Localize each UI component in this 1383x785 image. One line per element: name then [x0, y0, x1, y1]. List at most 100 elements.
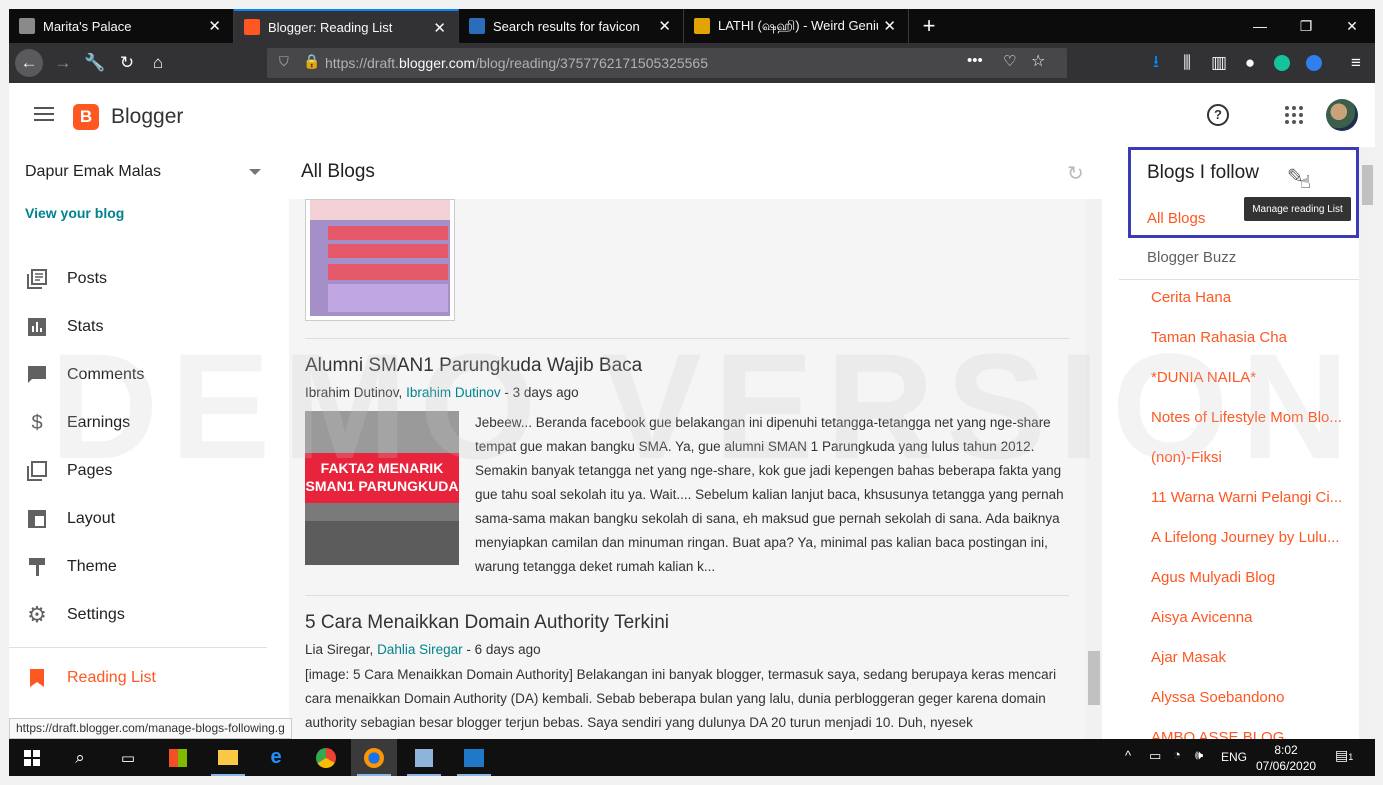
url-bar[interactable]: ⛉ 🔒 https://draft.blogger.com/blog/readi…	[267, 48, 1067, 78]
download-icon[interactable]: ⭳	[1142, 49, 1170, 77]
infographic-band	[328, 226, 448, 240]
post-divider	[305, 595, 1069, 596]
panel-scrollbar[interactable]	[1360, 147, 1375, 739]
sidebar-item-posts[interactable]: Posts	[9, 259, 279, 299]
help-icon[interactable]: ?	[1207, 104, 1229, 126]
avatar[interactable]	[1326, 99, 1358, 131]
extension-icon[interactable]	[1300, 49, 1328, 77]
page-actions-icon[interactable]: •••	[967, 52, 983, 69]
sidebar-item-reading-list[interactable]: Reading List	[9, 658, 279, 698]
search-favicon	[469, 18, 485, 34]
task-view-icon[interactable]: ▭	[105, 739, 151, 776]
post-author-link[interactable]: Dahlia Siregar	[377, 642, 463, 657]
back-icon[interactable]: ←	[15, 49, 43, 77]
demo-watermark: DEMO VERSION	[50, 322, 1361, 490]
volume-icon[interactable]: 🕪	[1195, 747, 1203, 763]
wifi-icon[interactable]: ◔	[1173, 747, 1181, 762]
scrollbar-thumb[interactable]	[1362, 165, 1373, 205]
main-menu-icon[interactable]	[34, 107, 54, 121]
clock-date: 07/06/2020	[1256, 759, 1317, 773]
all-blogs-link[interactable]: All Blogs	[1147, 210, 1205, 227]
tab-blogger-reading-list[interactable]: Blogger: Reading List ✕	[234, 9, 459, 43]
tab-lathi[interactable]: LATHI (ஷஹி) - Weird Genius - [ ✕	[684, 9, 909, 43]
post-title[interactable]: 5 Cara Menaikkan Domain Authority Terkin…	[305, 612, 1069, 634]
scrollbar-thumb[interactable]	[1088, 651, 1100, 705]
blogger-logo[interactable]: B	[73, 104, 99, 130]
layout-icon	[27, 509, 47, 529]
tab-strip: Marita's Palace ✕ Blogger: Reading List …	[9, 9, 1375, 43]
search-icon[interactable]: ⌕	[57, 739, 103, 776]
window-controls: — ❐ ✕	[1237, 9, 1375, 43]
tab-title: Marita's Palace	[43, 18, 132, 34]
bookmark-star-icon[interactable]: ☆	[1031, 51, 1045, 71]
window-close-icon[interactable]: ✕	[1329, 9, 1375, 43]
followed-blog[interactable]: Alyssa Soebandono	[1151, 689, 1356, 706]
store-icon[interactable]	[155, 739, 201, 776]
url-text: https://draft.blogger.com/blog/reading/3…	[325, 55, 708, 71]
notepad-icon[interactable]	[401, 739, 447, 776]
tab-title: Blogger: Reading List	[268, 19, 393, 35]
account-icon[interactable]: ●	[1236, 49, 1264, 77]
pages-icon	[27, 461, 47, 481]
post-meta: Lia Siregar, Dahlia Siregar - 6 days ago	[305, 642, 541, 657]
sidebar-item-theme[interactable]: Theme	[9, 547, 279, 587]
maritas-palace-favicon	[19, 18, 35, 34]
followed-blog[interactable]: A Lifelong Journey by Lulu...	[1151, 529, 1356, 546]
firefox-icon[interactable]	[351, 739, 397, 776]
followed-blog[interactable]: Ajar Masak	[1151, 649, 1356, 666]
tab-search-results[interactable]: Search results for favicon ✕	[459, 9, 684, 43]
post-author: Lia Siregar	[305, 642, 370, 657]
followed-blog[interactable]: Agus Mulyadi Blog	[1151, 569, 1356, 586]
clock[interactable]: 8:02 07/06/2020	[1256, 742, 1316, 774]
chevron-down-icon[interactable]	[249, 169, 261, 175]
followed-blog[interactable]: Aisya Avicenna	[1151, 609, 1356, 626]
home-icon[interactable]: ⌂	[144, 49, 172, 77]
sidebar-toggle-icon[interactable]: ▥	[1205, 49, 1233, 77]
clock-time: 8:02	[1274, 743, 1298, 757]
library-icon[interactable]: ⫼	[1173, 49, 1201, 77]
grammarly-icon[interactable]	[1268, 49, 1296, 77]
sidebar-item-settings[interactable]: ⚙ Settings	[9, 595, 279, 635]
close-tab-icon[interactable]: ✕	[883, 17, 896, 35]
close-tab-icon[interactable]: ✕	[433, 19, 446, 37]
language-indicator[interactable]: ENG	[1221, 750, 1247, 764]
followed-blog[interactable]: Cerita Hana	[1151, 289, 1356, 306]
shield-icon[interactable]: ⛉	[279, 54, 289, 70]
battery-icon[interactable]: ▭	[1149, 748, 1161, 764]
close-tab-icon[interactable]: ✕	[658, 17, 671, 35]
tray-expand-icon[interactable]: ^	[1125, 748, 1131, 763]
blogs-i-follow-title: Blogs I follow	[1147, 162, 1259, 183]
refresh-icon[interactable]: ↻	[1067, 161, 1084, 186]
google-apps-icon[interactable]	[1285, 106, 1303, 124]
blog-selector[interactable]: Dapur Emak Malas	[25, 163, 161, 181]
manage-reading-list-tooltip: Manage reading List	[1244, 197, 1351, 221]
edge-icon[interactable]: e	[253, 739, 299, 776]
wrench-icon[interactable]: 🔧	[81, 49, 109, 77]
tab-maritas-palace[interactable]: Marita's Palace ✕	[9, 9, 234, 43]
minimize-icon[interactable]: —	[1237, 9, 1283, 43]
app-name[interactable]: Blogger	[111, 105, 183, 129]
forward-icon[interactable]: →	[49, 49, 77, 77]
lock-icon[interactable]: 🔒	[303, 53, 320, 70]
view-blog-link[interactable]: View your blog	[25, 205, 124, 221]
close-tab-icon[interactable]: ✕	[208, 17, 221, 35]
photos-icon[interactable]	[451, 739, 497, 776]
thumbnail-ground	[305, 521, 459, 565]
url-host: blogger.com	[398, 55, 476, 71]
new-tab-icon[interactable]: +	[909, 9, 949, 43]
blogger-buzz-link[interactable]: Blogger Buzz	[1147, 249, 1236, 266]
blogs-i-follow-highlight: Blogs I follow ✎ All Blogs	[1128, 147, 1359, 238]
post-age: - 6 days ago	[462, 642, 541, 657]
sidebar-item-label: Layout	[67, 510, 116, 527]
hamburger-menu-icon[interactable]: ≡	[1342, 49, 1370, 77]
file-explorer-icon[interactable]	[205, 739, 251, 776]
sidebar-item-layout[interactable]: Layout	[9, 499, 279, 539]
infographic-band	[328, 244, 448, 258]
reload-icon[interactable]: ↻	[113, 49, 141, 77]
url-prefix: https://draft.	[325, 55, 399, 71]
notification-icon[interactable]: ▤1	[1335, 747, 1353, 764]
pocket-icon[interactable]: ♡	[1003, 52, 1016, 70]
windows-start-icon[interactable]	[9, 739, 55, 776]
chrome-icon[interactable]	[303, 739, 349, 776]
restore-icon[interactable]: ❐	[1283, 9, 1329, 43]
